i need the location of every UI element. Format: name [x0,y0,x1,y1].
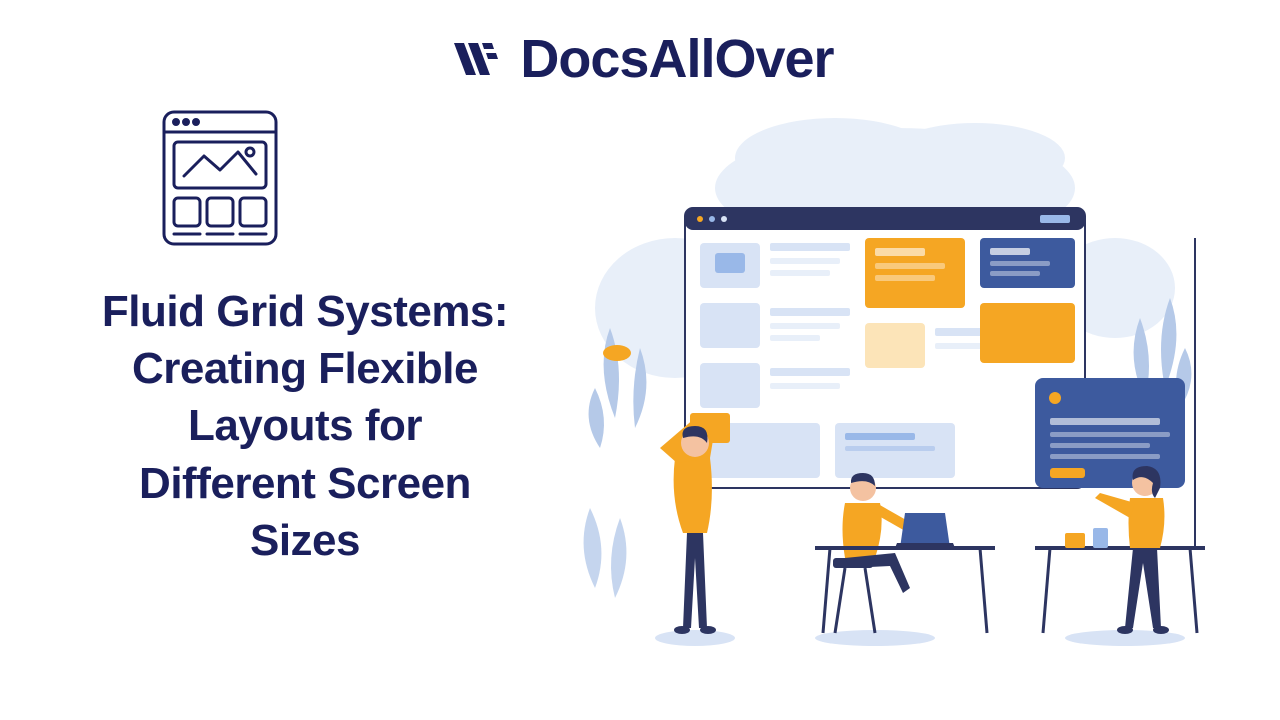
header: DocsAllOver [0,0,1280,90]
leaves-bottom-icon [584,508,627,598]
person-sitting-icon [815,473,995,646]
page-title: Fluid Grid Systems: Creating Flexible La… [100,283,550,569]
browser-window-icon [685,208,1085,488]
wireframe-layout-icon [160,108,550,253]
person-desk-icon [1035,466,1205,646]
side-card-icon [1035,378,1185,488]
illustration-panel [550,108,1280,673]
chevrons-logo-icon [446,31,502,87]
brand-name: DocsAllOver [520,28,833,90]
team-illustration [550,108,1240,668]
left-panel: Fluid Grid Systems: Creating Flexible La… [0,108,550,673]
content-area: Fluid Grid Systems: Creating Flexible La… [0,90,1280,673]
